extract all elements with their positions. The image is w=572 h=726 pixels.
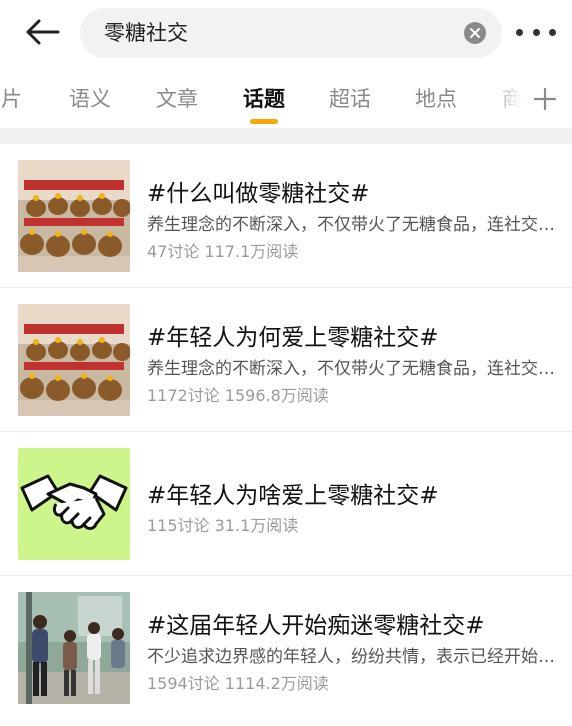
people-greeting-image [18, 592, 130, 704]
handshake-icon [18, 448, 130, 560]
topic-item[interactable]: #这届年轻人开始痴迷零糖社交# 不少追求边界感的年轻人，纷纷共情，表示已经开始零… [0, 576, 572, 726]
topic-title: #什么叫做零糖社交# [147, 181, 370, 207]
back-button[interactable] [20, 14, 64, 50]
search-query-text: 零糖社交 [104, 21, 188, 45]
close-icon [470, 28, 480, 38]
plus-icon [533, 87, 557, 111]
tab-semantic[interactable]: 语义 [69, 82, 111, 116]
tab-topics[interactable]: 话题 [243, 82, 285, 116]
topic-item[interactable]: #年轻人为何爱上零糖社交# 养生理念的不断深入，不仅带火了无糖食品，连社交方式也… [0, 288, 572, 432]
capybara-plush-image [18, 160, 130, 272]
search-input[interactable]: 零糖社交 [80, 8, 502, 58]
back-arrow-icon [26, 19, 60, 45]
more-dot-icon [532, 28, 540, 36]
tab-super-topics[interactable]: 超话 [329, 82, 371, 116]
topic-thumbnail [18, 592, 130, 704]
top-bar: 零糖社交 [0, 0, 572, 66]
topic-thumbnail [18, 160, 130, 272]
more-dot-icon [516, 28, 523, 36]
tab-articles[interactable]: 文章 [156, 82, 198, 116]
topic-description: 不少追求边界感的年轻人，纷纷共情，表示已经开始零糖社交 [147, 647, 557, 667]
topic-stats: 1172讨论 1596.8万阅读 [147, 386, 329, 405]
topic-title: #这届年轻人开始痴迷零糖社交# [147, 613, 485, 639]
section-divider [0, 128, 572, 144]
topic-stats: 115讨论 31.1万阅读 [147, 516, 299, 535]
capybara-plush-image [18, 304, 130, 416]
topic-stats: 1594讨论 1114.2万阅读 [147, 674, 329, 693]
topic-item[interactable]: #什么叫做零糖社交# 养生理念的不断深入，不仅带火了无糖食品，连社交方式也开始“… [0, 144, 572, 288]
topic-item[interactable]: #年轻人为啥爱上零糖社交# 115讨论 31.1万阅读 [0, 432, 572, 576]
topic-description: 养生理念的不断深入，不仅带火了无糖食品，连社交方式也开始“控糖” [147, 359, 557, 379]
tab-places[interactable]: 地点 [415, 82, 457, 116]
active-tab-indicator [250, 119, 278, 124]
topic-thumbnail [18, 448, 130, 560]
topic-description: 养生理念的不断深入，不仅带火了无糖食品，连社交方式也开始“控糖” [147, 215, 557, 235]
topic-title: #年轻人为啥爱上零糖社交# [147, 483, 439, 509]
topic-stats: 47讨论 117.1万阅读 [147, 242, 299, 261]
category-tabs: 图片 语义 文章 话题 超话 地点 商品 [0, 72, 572, 126]
more-options-button[interactable] [516, 22, 556, 42]
topic-title: #年轻人为何爱上零糖社交# [147, 325, 439, 351]
more-dot-icon [549, 28, 556, 36]
topic-thumbnail [18, 304, 130, 416]
add-tab-button[interactable] [530, 84, 560, 114]
clear-search-button[interactable] [464, 22, 486, 44]
tab-images[interactable]: 图片 [0, 82, 22, 116]
